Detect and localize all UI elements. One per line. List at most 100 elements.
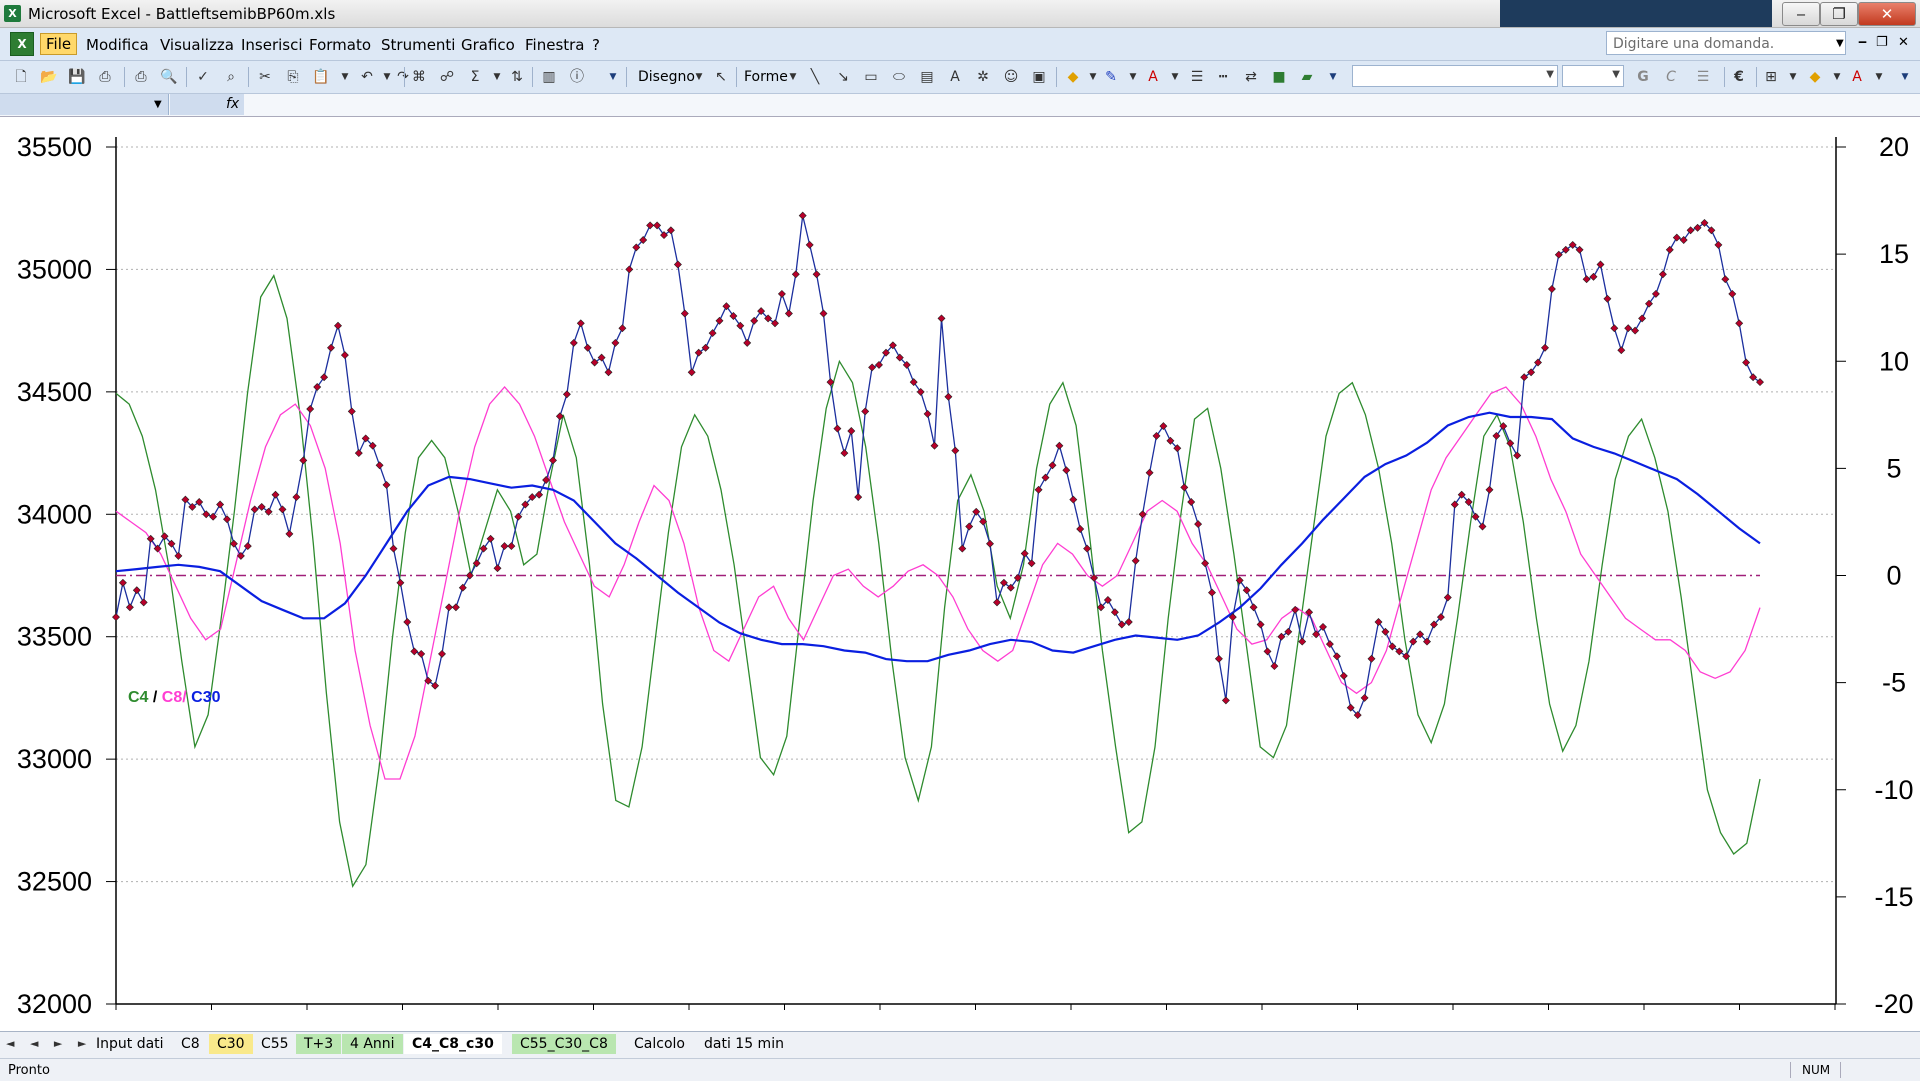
- menu-formato[interactable]: Formato: [309, 36, 371, 54]
- borders-icon[interactable]: ⊞: [1762, 68, 1780, 86]
- tab-c8[interactable]: C8: [173, 1034, 208, 1054]
- line-icon[interactable]: ╲: [806, 68, 824, 86]
- tab-t-plus-3[interactable]: T+3: [296, 1034, 342, 1054]
- copy-icon[interactable]: ⎘: [284, 68, 302, 86]
- tab-dati-15-min[interactable]: dati 15 min: [696, 1034, 792, 1054]
- tab-c55-c30-c8[interactable]: C55_C30_C8: [512, 1034, 616, 1054]
- menu-grafico[interactable]: Grafico: [461, 36, 515, 54]
- menu-inserisci[interactable]: Inserisci: [241, 36, 303, 54]
- print-icon[interactable]: ⎙: [132, 68, 150, 86]
- doc-restore-button[interactable]: ❐: [1876, 35, 1888, 50]
- menu-finestra[interactable]: Finestra: [525, 36, 585, 54]
- font-color-icon[interactable]: A: [1144, 68, 1162, 86]
- font-name-combo[interactable]: ▼: [1352, 65, 1558, 87]
- paste-icon[interactable]: 📋: [312, 68, 330, 86]
- chart-area[interactable]: 35500 35000 34500 34000 33500 33000 32500 32000…: [0, 117, 1920, 1040]
- chart-wizard-icon[interactable]: ▥: [540, 68, 558, 86]
- spelling-icon[interactable]: ✓: [194, 68, 212, 86]
- font-color-dropdown-icon[interactable]: ▼: [1166, 68, 1184, 86]
- wordart-icon[interactable]: A: [946, 68, 964, 86]
- arrow-style-icon[interactable]: ⇄: [1242, 68, 1260, 86]
- draw-menu[interactable]: Disegno: [638, 69, 695, 85]
- new-icon[interactable]: 🗋: [12, 68, 30, 86]
- insert-function-icon[interactable]: fx: [226, 96, 239, 112]
- currency-button[interactable]: €: [1730, 68, 1748, 86]
- help-icon[interactable]: ⓘ: [568, 68, 586, 86]
- name-box-dropdown-icon[interactable]: ▼: [154, 99, 162, 110]
- fill-color-dropdown-icon-2[interactable]: ▼: [1828, 68, 1846, 86]
- autosum-dropdown-icon[interactable]: ▼: [488, 68, 506, 86]
- arrow-icon[interactable]: ↘: [834, 68, 852, 86]
- font-size-combo[interactable]: ▼: [1562, 65, 1624, 87]
- name-box[interactable]: ▼: [0, 94, 169, 115]
- minimize-button[interactable]: ‒: [1782, 2, 1820, 26]
- select-pointer-icon[interactable]: ↖: [712, 68, 730, 86]
- draw-dropdown-icon[interactable]: ▼: [690, 68, 708, 86]
- bold-button[interactable]: G: [1634, 68, 1652, 86]
- align-icon[interactable]: ☰: [1694, 68, 1712, 86]
- menu-file[interactable]: File: [40, 33, 78, 55]
- line-color-icon[interactable]: ✎: [1102, 68, 1120, 86]
- line-color-dropdown-icon[interactable]: ▼: [1124, 68, 1142, 86]
- hyperlink-icon-2[interactable]: ☍: [438, 68, 456, 86]
- tab-c55[interactable]: C55: [253, 1034, 297, 1054]
- tab-4-anni[interactable]: 4 Anni: [342, 1034, 403, 1054]
- doc-minimize-button[interactable]: ‒: [1858, 35, 1867, 50]
- borders-dropdown-icon[interactable]: ▼: [1784, 68, 1802, 86]
- undo-icon[interactable]: ↶: [358, 68, 376, 86]
- save-icon[interactable]: 💾: [68, 68, 86, 86]
- picture-icon[interactable]: ▣: [1030, 68, 1048, 86]
- shadow-style-icon[interactable]: ■: [1270, 68, 1288, 86]
- drawing-options-icon[interactable]: ▼: [1324, 68, 1342, 86]
- chart[interactable]: 35500 35000 34500 34000 33500 33000 32500 32000…: [0, 117, 1920, 1040]
- font-color-icon-2[interactable]: A: [1848, 68, 1866, 86]
- fill-color-icon[interactable]: ◆: [1064, 68, 1082, 86]
- permission-icon[interactable]: ⎙: [96, 68, 114, 86]
- tab-calcolo[interactable]: Calcolo: [626, 1034, 693, 1054]
- fill-color-icon-2[interactable]: ◆: [1806, 68, 1824, 86]
- clipart-icon[interactable]: ☺: [1002, 68, 1020, 86]
- textbox-icon[interactable]: ▤: [918, 68, 936, 86]
- italic-button[interactable]: C: [1662, 68, 1680, 86]
- oval-icon[interactable]: ⬭: [890, 68, 908, 86]
- 3d-style-icon[interactable]: ▰: [1298, 68, 1316, 86]
- cut-icon[interactable]: ✂: [256, 68, 274, 86]
- autosum-icon[interactable]: Σ: [466, 68, 484, 86]
- ask-question-input[interactable]: Digitare una domanda.: [1606, 31, 1846, 55]
- restore-button[interactable]: ❐: [1820, 2, 1858, 26]
- excel-icon[interactable]: X: [4, 5, 21, 22]
- price-marker: [625, 265, 634, 274]
- price-marker: [646, 221, 655, 230]
- ask-dropdown-icon[interactable]: ▼: [1836, 38, 1844, 49]
- menu-help[interactable]: ?: [592, 36, 600, 54]
- dash-style-icon[interactable]: ┅: [1214, 68, 1232, 86]
- font-size-dropdown-icon[interactable]: ▼: [1612, 69, 1620, 80]
- tab-c4-c8-c30[interactable]: C4_C8_c30: [404, 1034, 502, 1054]
- sheet-nav-icons[interactable]: ◄ ◄ ► ►: [6, 1037, 92, 1050]
- price-marker: [958, 544, 967, 553]
- paste-dropdown-icon[interactable]: ▼: [336, 68, 354, 86]
- research-icon[interactable]: ⌕: [222, 68, 240, 86]
- print-preview-icon[interactable]: 🔍: [160, 68, 178, 86]
- diagram-icon[interactable]: ✲: [974, 68, 992, 86]
- font-name-dropdown-icon[interactable]: ▼: [1546, 69, 1554, 80]
- tab-c30[interactable]: C30: [209, 1034, 253, 1054]
- menu-strumenti[interactable]: Strumenti: [381, 36, 455, 54]
- close-button[interactable]: ✕: [1858, 2, 1916, 26]
- doc-close-button[interactable]: ✕: [1898, 35, 1909, 50]
- sort-icon[interactable]: ⇅: [508, 68, 526, 86]
- line-style-icon[interactable]: ☰: [1188, 68, 1206, 86]
- open-icon[interactable]: 📂: [40, 68, 58, 86]
- autoshapes-menu[interactable]: Forme: [744, 69, 788, 85]
- fill-color-dropdown-icon[interactable]: ▼: [1084, 68, 1102, 86]
- menu-modifica[interactable]: Modifica: [86, 36, 149, 54]
- autoshapes-dropdown-icon[interactable]: ▼: [784, 68, 802, 86]
- font-color-dropdown-icon-2[interactable]: ▼: [1870, 68, 1888, 86]
- workbook-icon[interactable]: X: [10, 32, 34, 56]
- tab-input-dati[interactable]: Input dati: [88, 1034, 172, 1054]
- formatting-options-icon[interactable]: ▼: [1896, 68, 1914, 86]
- toolbar-options-icon[interactable]: ▼: [604, 68, 622, 86]
- menu-visualizza[interactable]: Visualizza: [160, 36, 234, 54]
- hyperlink-icon[interactable]: ⌘: [410, 68, 428, 86]
- rectangle-icon[interactable]: ▭: [862, 68, 880, 86]
